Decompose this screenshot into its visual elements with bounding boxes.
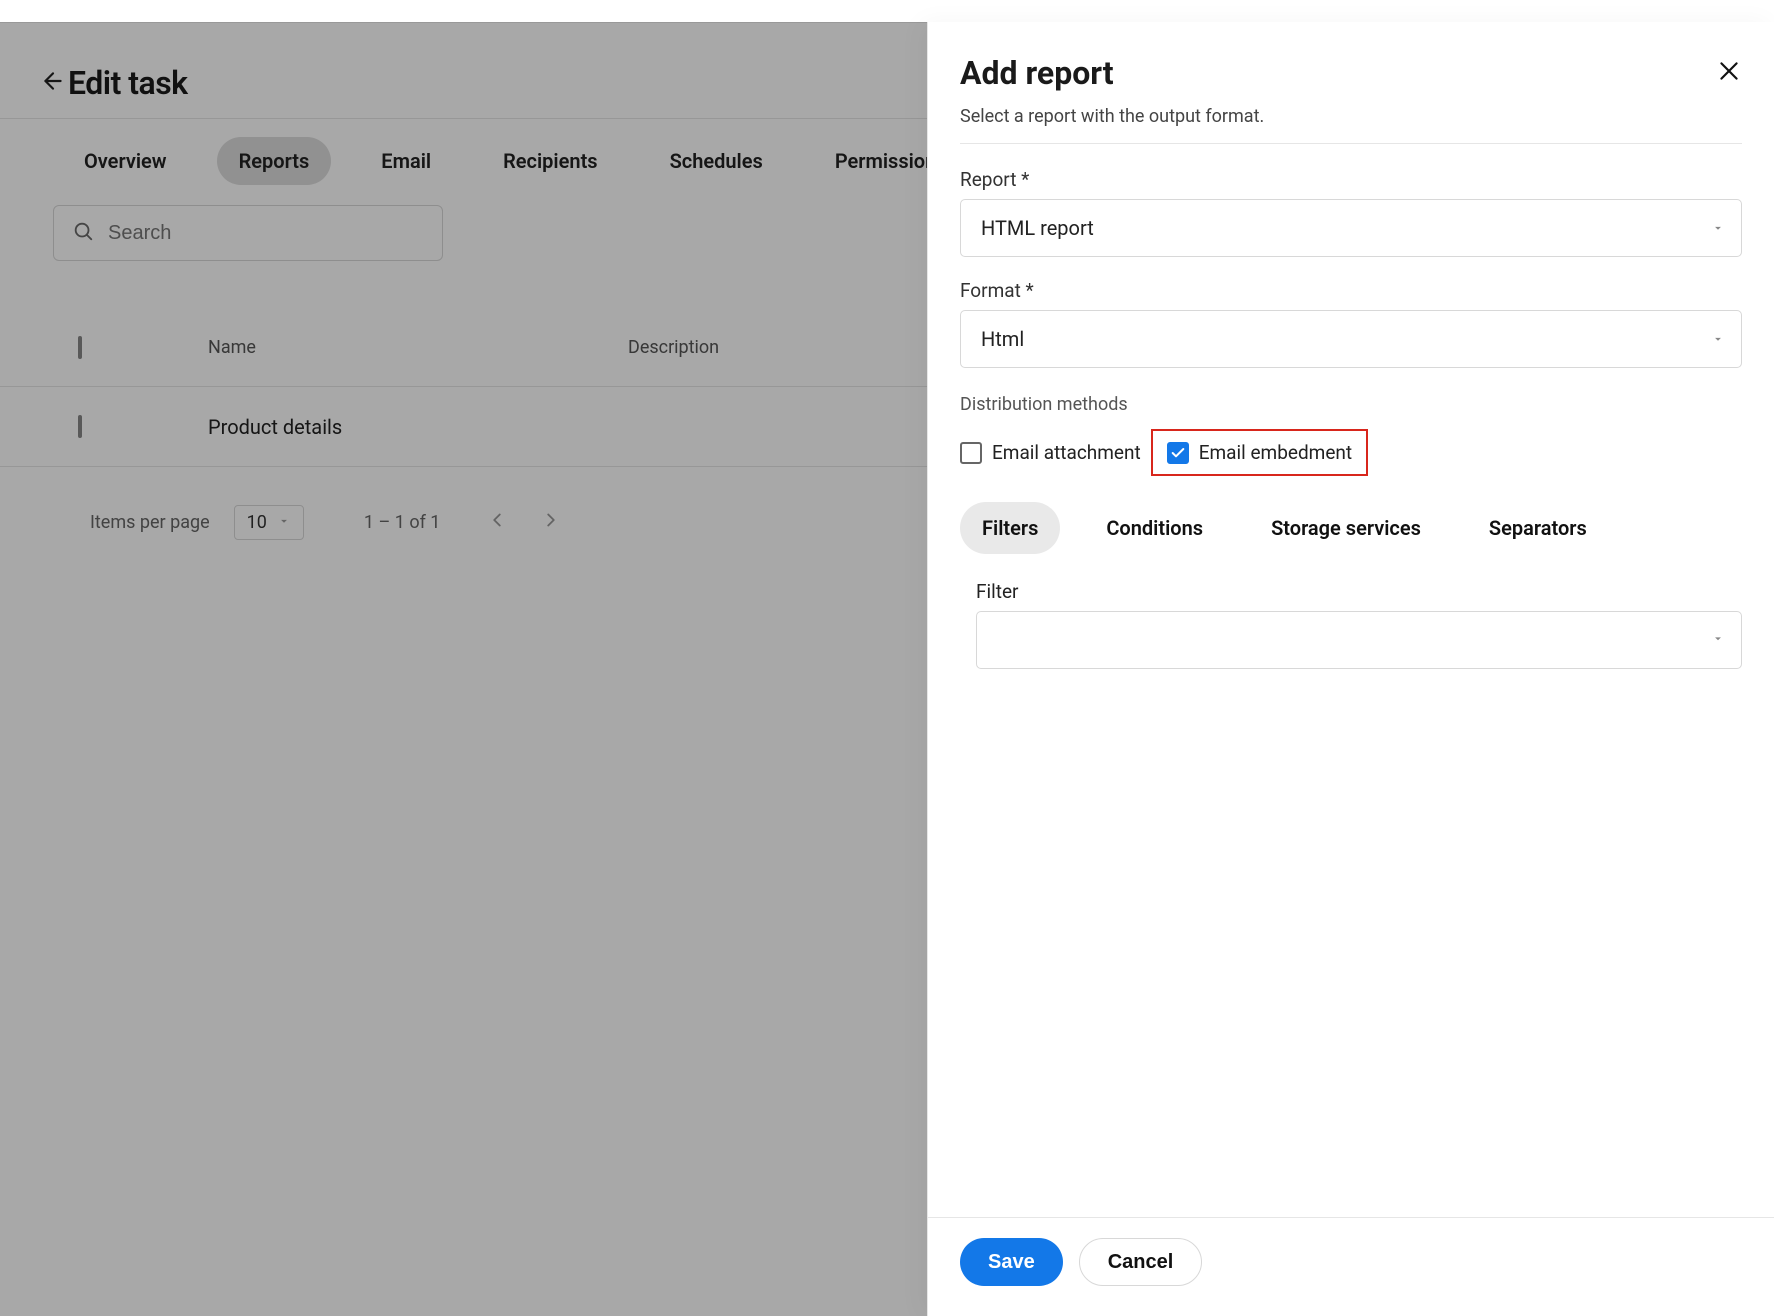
checkbox-box (960, 442, 982, 464)
panel-title: Add report (960, 54, 1114, 92)
panel-sub-tabs: Filters Conditions Storage services Sepa… (960, 502, 1742, 554)
report-label: Report * (960, 168, 1742, 191)
filter-select[interactable] (976, 611, 1742, 669)
format-value: Html (981, 327, 1024, 351)
email-attachment-checkbox[interactable]: Email attachment (960, 441, 1141, 464)
email-embedment-highlight: Email embedment (1151, 429, 1368, 476)
filter-label: Filter (976, 580, 1742, 603)
chevron-down-icon (1711, 631, 1725, 650)
save-button[interactable]: Save (960, 1238, 1063, 1286)
email-embedment-label: Email embedment (1199, 441, 1352, 464)
checkbox-box (1167, 442, 1189, 464)
chevron-down-icon (1711, 216, 1725, 240)
report-value: HTML report (981, 216, 1094, 240)
subtab-separators[interactable]: Separators (1467, 502, 1609, 554)
format-label: Format * (960, 279, 1742, 302)
cancel-button[interactable]: Cancel (1079, 1238, 1203, 1286)
email-embedment-checkbox[interactable]: Email embedment (1167, 441, 1352, 464)
subtab-storage-services[interactable]: Storage services (1249, 502, 1443, 554)
panel-footer: Save Cancel (928, 1217, 1774, 1316)
format-select[interactable]: Html (960, 310, 1742, 368)
panel-subtitle: Select a report with the output format. (960, 106, 1742, 127)
email-attachment-label: Email attachment (992, 441, 1141, 464)
distribution-methods: Email attachment Email embedment (960, 429, 1742, 476)
panel-divider (960, 143, 1742, 144)
subtab-filters[interactable]: Filters (960, 502, 1060, 554)
chevron-down-icon (1711, 327, 1725, 351)
report-select[interactable]: HTML report (960, 199, 1742, 257)
close-icon[interactable] (1716, 58, 1742, 88)
add-report-panel: Add report Select a report with the outp… (927, 22, 1774, 1316)
subtab-conditions[interactable]: Conditions (1084, 502, 1225, 554)
distribution-methods-label: Distribution methods (960, 394, 1742, 415)
